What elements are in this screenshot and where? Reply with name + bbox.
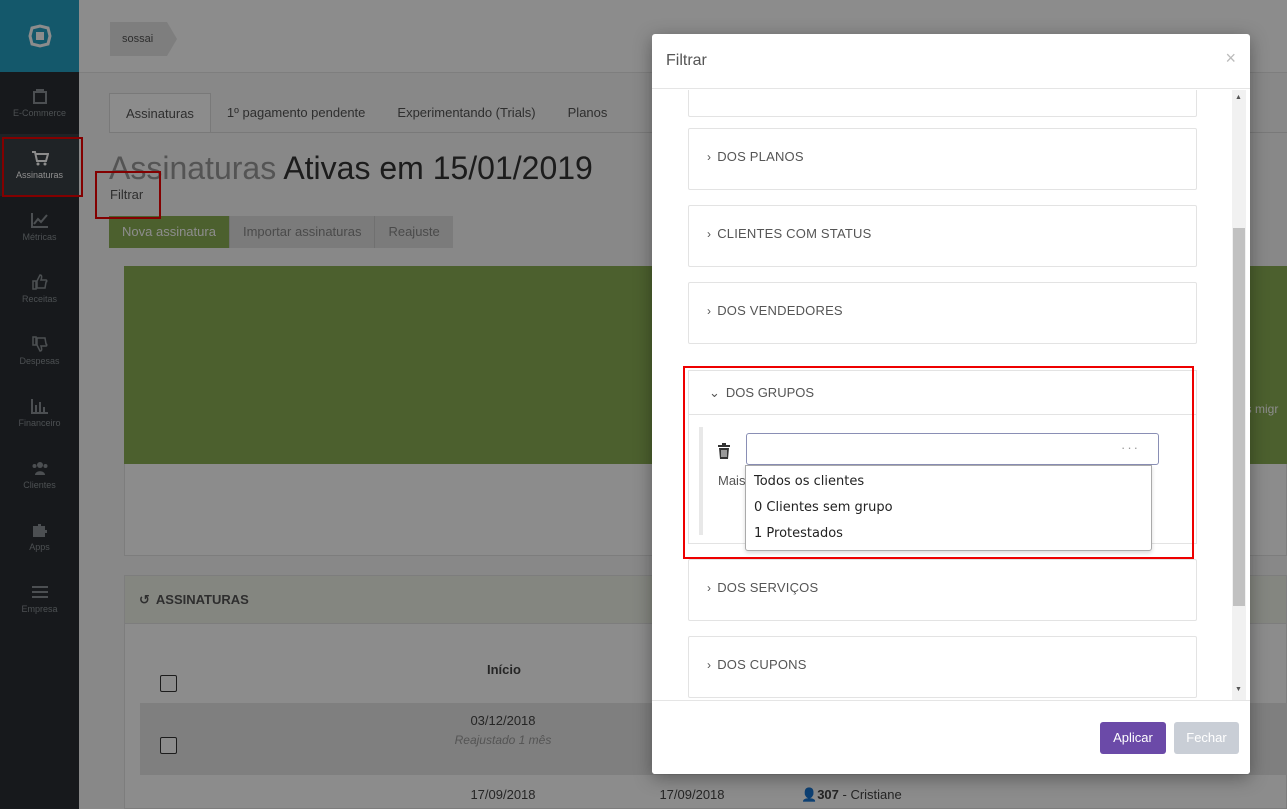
chevron-right-icon: ›	[707, 304, 712, 318]
apply-button[interactable]: Aplicar	[1100, 722, 1166, 754]
scroll-down-icon[interactable]: ▼	[1235, 686, 1242, 693]
group-dropdown: Todos os clientes 0 Clientes sem grupo 1…	[745, 465, 1152, 551]
modal-title: Filtrar	[666, 52, 707, 69]
filter-section-previous[interactable]	[688, 90, 1197, 117]
filter-section-cupons[interactable]: › DOS CUPONS	[688, 636, 1197, 698]
section-title: DOS VENDEDORES	[717, 303, 843, 318]
chevron-right-icon: ›	[707, 227, 712, 241]
section-title: DOS CUPONS	[717, 657, 807, 672]
dropdown-option[interactable]: Todos os clientes	[746, 469, 1151, 495]
filter-section-planos[interactable]: › DOS PLANOS	[688, 128, 1197, 190]
section-title: DOS PLANOS	[717, 149, 804, 164]
scroll-up-icon[interactable]: ▲	[1235, 94, 1242, 101]
modal-scrollbar[interactable]: ▲ ▼	[1232, 90, 1246, 700]
section-title: CLIENTES COM STATUS	[717, 226, 872, 241]
dropdown-option[interactable]: 0 Clientes sem grupo	[746, 495, 1151, 521]
filter-section-vendedores[interactable]: › DOS VENDEDORES	[688, 282, 1197, 344]
chevron-right-icon: ›	[707, 150, 712, 164]
section-title: DOS SERVIÇOS	[717, 580, 819, 595]
chevron-right-icon: ›	[707, 581, 712, 595]
filter-section-status[interactable]: › CLIENTES COM STATUS	[688, 205, 1197, 267]
scrollbar-thumb[interactable]	[1233, 228, 1245, 606]
filter-section-servicos[interactable]: › DOS SERVIÇOS	[688, 559, 1197, 621]
chevron-right-icon: ›	[707, 658, 712, 672]
modal-footer: Aplicar Fechar	[652, 700, 1250, 774]
close-button[interactable]: Fechar	[1174, 722, 1239, 754]
dropdown-option[interactable]: 1 Protestados	[746, 521, 1151, 547]
modal-header: Filtrar ×	[652, 34, 1250, 89]
close-icon[interactable]: ×	[1225, 48, 1236, 69]
